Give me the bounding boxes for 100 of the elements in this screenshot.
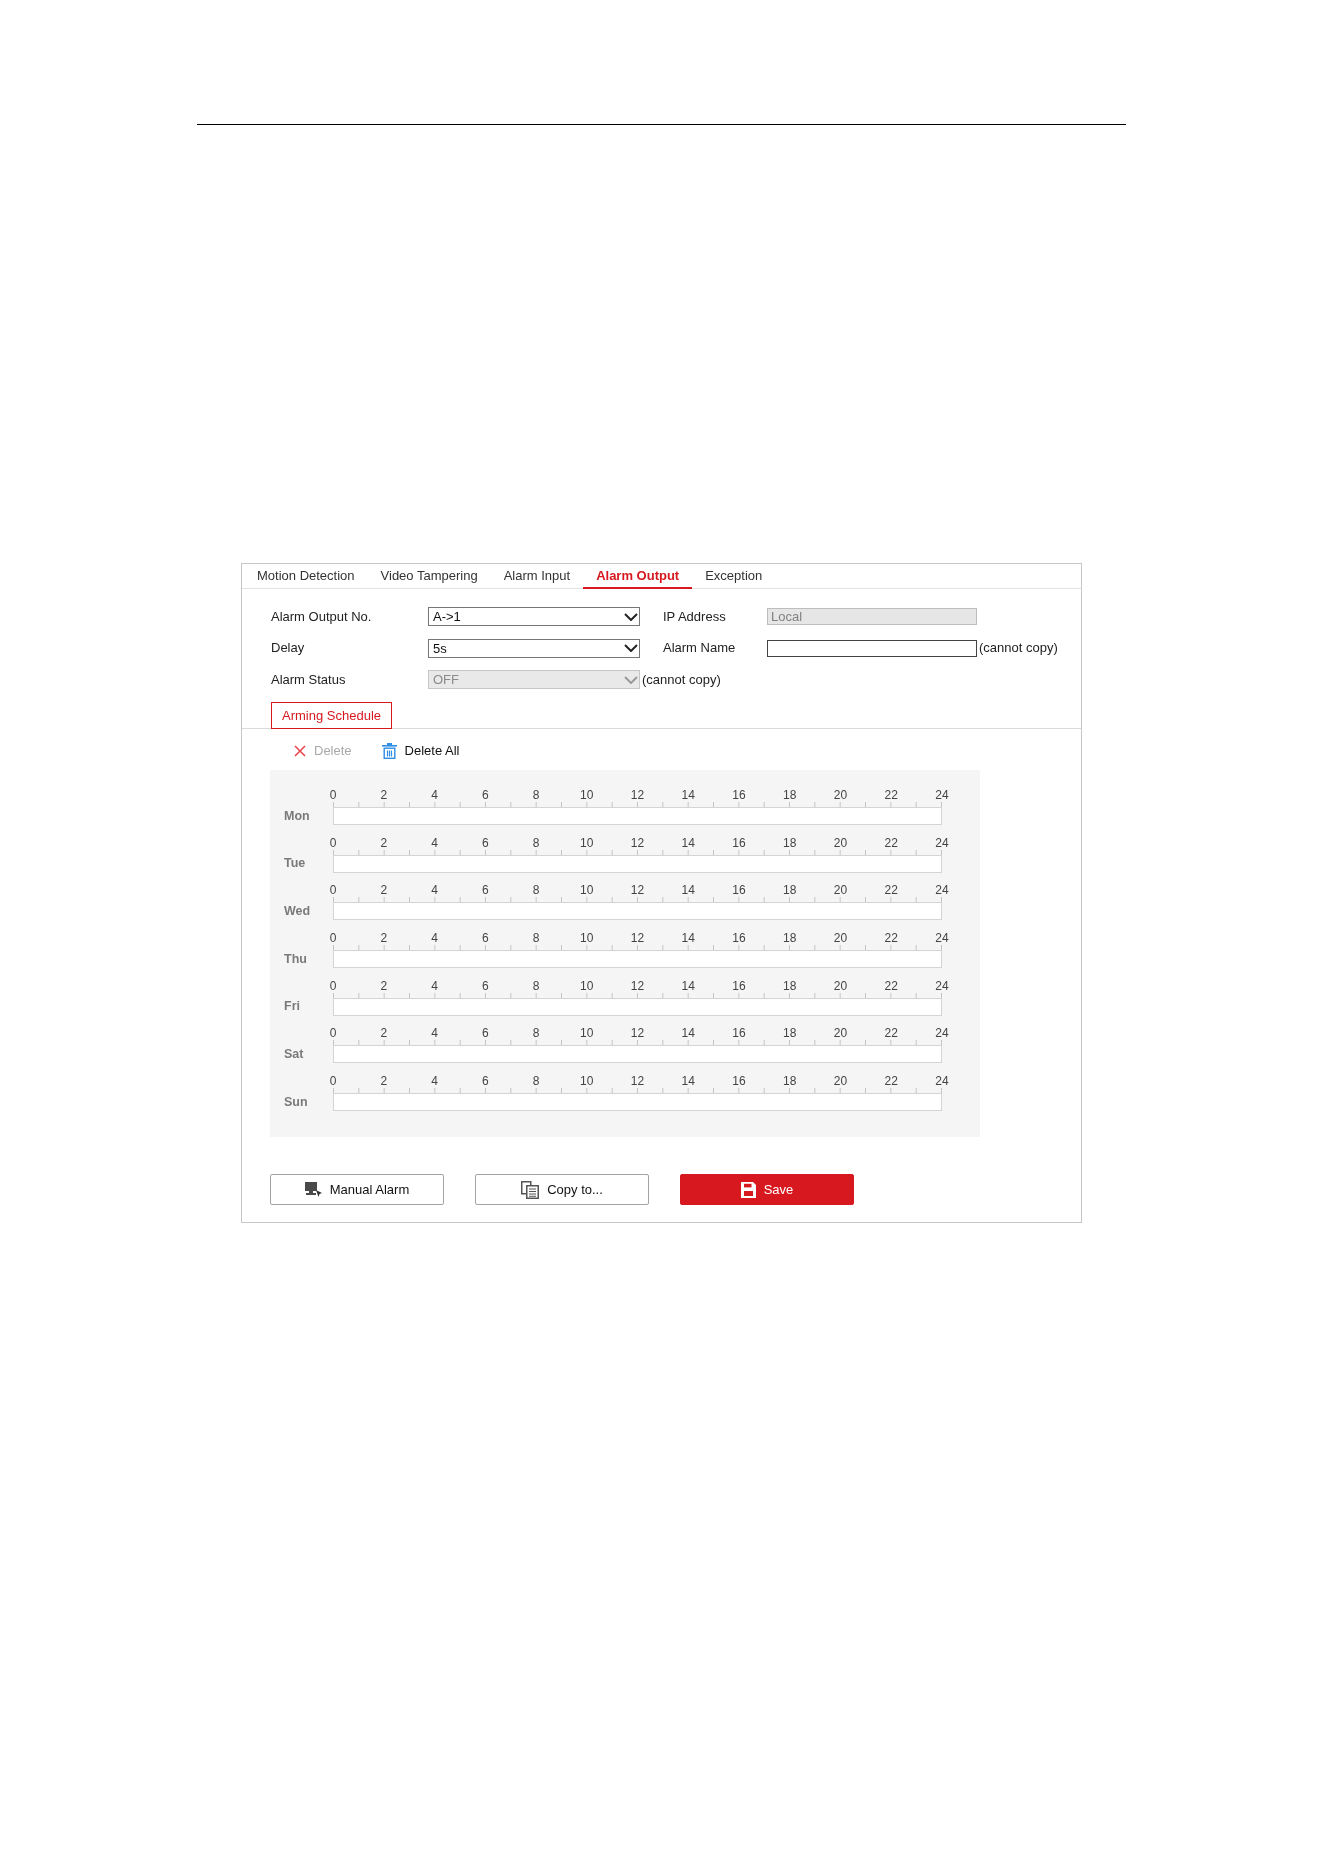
timeline-track[interactable] bbox=[333, 1045, 942, 1064]
tab[interactable]: Alarm Output bbox=[583, 564, 693, 589]
hour-label: 10 bbox=[580, 1074, 594, 1089]
hour-label: 24 bbox=[935, 835, 949, 850]
manual-alarm-button[interactable]: Manual Alarm bbox=[270, 1174, 444, 1206]
timeline-track[interactable] bbox=[333, 950, 942, 969]
hour-label: 18 bbox=[783, 1026, 797, 1041]
chevron-down-icon bbox=[624, 644, 638, 652]
hour-label: 4 bbox=[431, 883, 438, 898]
hour-label: 20 bbox=[833, 788, 848, 802]
hour-label: 22 bbox=[884, 1026, 898, 1041]
hour-label: 10 bbox=[580, 978, 594, 993]
hour-label: 24 bbox=[935, 883, 949, 898]
subtab[interactable]: Arming Schedule bbox=[271, 702, 392, 729]
hour-label: 14 bbox=[681, 788, 695, 802]
hour-label: 24 bbox=[935, 931, 949, 946]
monitor-cursor-icon bbox=[304, 1182, 322, 1198]
hour-label: 10 bbox=[580, 1026, 594, 1041]
documents-icon bbox=[521, 1180, 540, 1199]
hour-label: 2 bbox=[380, 883, 388, 898]
hour-label: 10 bbox=[580, 835, 594, 850]
field-label: IP Address bbox=[663, 607, 726, 626]
hour-label: 12 bbox=[630, 1074, 645, 1089]
hour-label: 20 bbox=[833, 1026, 848, 1041]
hour-label: 8 bbox=[532, 931, 540, 946]
hour-label: 6 bbox=[481, 1026, 489, 1041]
hour-label: 4 bbox=[431, 835, 438, 850]
text-field[interactable] bbox=[767, 639, 977, 657]
hour-label: 4 bbox=[431, 978, 438, 993]
hour-label: 16 bbox=[732, 835, 746, 850]
field-label: Alarm Status bbox=[271, 670, 346, 689]
hour-label: 6 bbox=[481, 978, 489, 993]
timeline-track[interactable] bbox=[333, 1093, 942, 1112]
hour-label: 14 bbox=[681, 1074, 695, 1089]
hour-label: 8 bbox=[532, 1026, 540, 1041]
delete-all-button[interactable]: Delete All bbox=[381, 741, 460, 761]
hour-label: 18 bbox=[783, 931, 797, 946]
dropdown[interactable]: A->1 bbox=[428, 607, 640, 626]
hour-label: 8 bbox=[532, 978, 540, 993]
hour-label: 10 bbox=[580, 788, 594, 802]
save-icon bbox=[740, 1181, 756, 1198]
hour-label: 16 bbox=[732, 788, 746, 802]
hour-label: 24 bbox=[935, 788, 949, 802]
hour-label: 22 bbox=[884, 978, 898, 993]
hour-label: 0 bbox=[329, 788, 337, 802]
hour-label: 8 bbox=[532, 835, 540, 850]
hour-label: 4 bbox=[431, 931, 438, 946]
field-label: Delay bbox=[271, 639, 305, 658]
hour-label: 6 bbox=[481, 788, 489, 802]
dropdown[interactable]: 5s bbox=[428, 638, 640, 658]
chevron-down-icon bbox=[624, 612, 638, 621]
hour-label: 6 bbox=[481, 931, 489, 946]
field-label: Alarm Name bbox=[663, 639, 736, 658]
hour-label: 24 bbox=[935, 1026, 949, 1041]
copy-button[interactable]: Copy to... bbox=[475, 1174, 649, 1206]
hour-label: 2 bbox=[380, 1026, 388, 1041]
hour-label: 14 bbox=[681, 931, 695, 946]
hour-label: 16 bbox=[732, 883, 746, 898]
hour-label: 12 bbox=[630, 1026, 645, 1041]
hour-label: 2 bbox=[380, 835, 388, 850]
hour-label: 22 bbox=[884, 931, 898, 946]
day-label: Tue bbox=[284, 855, 306, 873]
field-note: (cannot copy) bbox=[642, 670, 721, 689]
tab[interactable]: Alarm Input bbox=[490, 564, 584, 589]
hour-label: 20 bbox=[833, 978, 848, 993]
hour-label: 0 bbox=[329, 835, 337, 850]
hour-label: 0 bbox=[329, 931, 337, 946]
trash-icon bbox=[381, 743, 397, 759]
hour-label: 18 bbox=[783, 1074, 797, 1089]
hour-label: 12 bbox=[630, 931, 645, 946]
hour-label: 14 bbox=[681, 978, 695, 993]
save-button[interactable]: Save bbox=[680, 1174, 854, 1206]
hour-label: 18 bbox=[783, 883, 797, 898]
hour-label: 16 bbox=[732, 1074, 746, 1089]
hour-label: 0 bbox=[329, 883, 337, 898]
hour-label: 0 bbox=[329, 1026, 337, 1041]
timeline-track[interactable] bbox=[333, 902, 942, 921]
hour-label: 4 bbox=[431, 1074, 438, 1089]
day-label: Mon bbox=[284, 807, 310, 825]
hour-label: 2 bbox=[380, 978, 388, 993]
hour-label: 6 bbox=[481, 883, 489, 898]
hour-label: 20 bbox=[833, 931, 848, 946]
tab[interactable]: Motion Detection bbox=[244, 564, 368, 589]
timeline-track[interactable] bbox=[333, 807, 942, 825]
hour-label: 20 bbox=[833, 835, 848, 850]
hour-label: 14 bbox=[681, 835, 695, 850]
hour-label: 16 bbox=[732, 931, 746, 946]
timeline-track[interactable] bbox=[333, 854, 942, 873]
tab[interactable]: Video Tampering bbox=[367, 564, 491, 589]
hour-label: 24 bbox=[935, 1074, 949, 1089]
field-label: Alarm Output No. bbox=[271, 607, 372, 626]
hour-label: 8 bbox=[532, 1074, 540, 1089]
hour-label: 16 bbox=[732, 978, 746, 993]
hour-label: 10 bbox=[580, 931, 594, 946]
hour-label: 10 bbox=[580, 883, 594, 898]
tab[interactable]: Exception bbox=[692, 564, 776, 589]
day-label: Wed bbox=[284, 903, 311, 920]
timeline-track[interactable] bbox=[333, 997, 942, 1016]
field-note: (cannot copy) bbox=[979, 639, 1058, 658]
hour-label: 6 bbox=[481, 835, 489, 850]
